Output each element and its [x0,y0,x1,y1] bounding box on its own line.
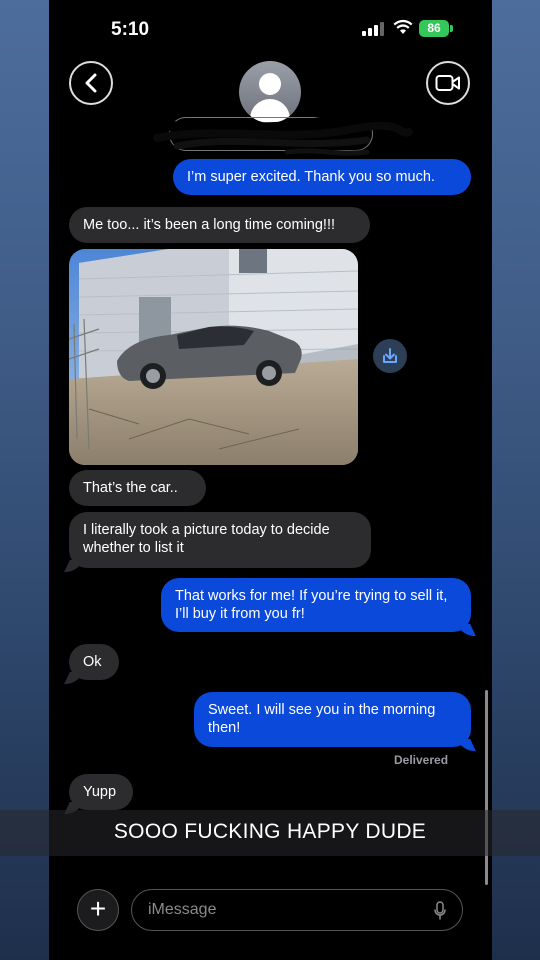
message-text: I’m super excited. Thank you so much. [187,169,435,185]
wifi-icon [393,19,413,34]
message-text: That’s the car.. [83,480,178,496]
message-outgoing[interactable]: I’m super excited. Thank you so much. [173,159,471,195]
video-camera-icon [435,75,460,91]
message-text: Sweet. I will see you in the morning the… [208,702,436,736]
message-incoming[interactable]: Ok [69,644,119,680]
message-text: Ok [83,654,102,670]
signal-icon [362,22,384,36]
apps-plus-button[interactable]: + [77,889,119,931]
back-button[interactable] [69,61,113,105]
delivered-status: Delivered [394,753,449,767]
message-text: Yupp [83,784,117,800]
status-time: 5:10 [111,19,150,40]
message-incoming[interactable]: Yupp [69,774,133,810]
overlay-caption: SOOO FUCKING HAPPY DUDE [113,820,427,843]
back-chevron-icon [85,73,97,93]
save-download-icon [383,348,397,363]
imessage-input[interactable]: iMessage [131,889,463,931]
battery-indicator: 86 [419,20,449,37]
battery-tip [450,25,453,32]
redaction-scribble [142,113,413,156]
contact-avatar-icon [259,73,281,95]
message-outgoing[interactable]: That works for me! If you’re trying to s… [161,578,471,632]
car-photo-image [69,249,358,465]
photo-message[interactable] [69,249,358,465]
message-incoming[interactable]: Me too... it’s been a long time coming!!… [69,207,370,243]
message-text: That works for me! If you’re trying to s… [175,588,448,622]
message-incoming[interactable]: I literally took a picture today to deci… [69,512,371,568]
message-text: Me too... it’s been a long time coming!!… [83,217,336,233]
save-photo-button[interactable] [373,339,407,373]
plus-icon: + [89,893,107,924]
microphone-icon[interactable] [434,901,446,921]
message-incoming[interactable]: That’s the car.. [69,470,206,506]
message-text: I literally took a picture today to deci… [83,522,330,556]
message-outgoing[interactable]: Sweet. I will see you in the morning the… [194,692,471,747]
facetime-video-button[interactable] [426,61,470,105]
